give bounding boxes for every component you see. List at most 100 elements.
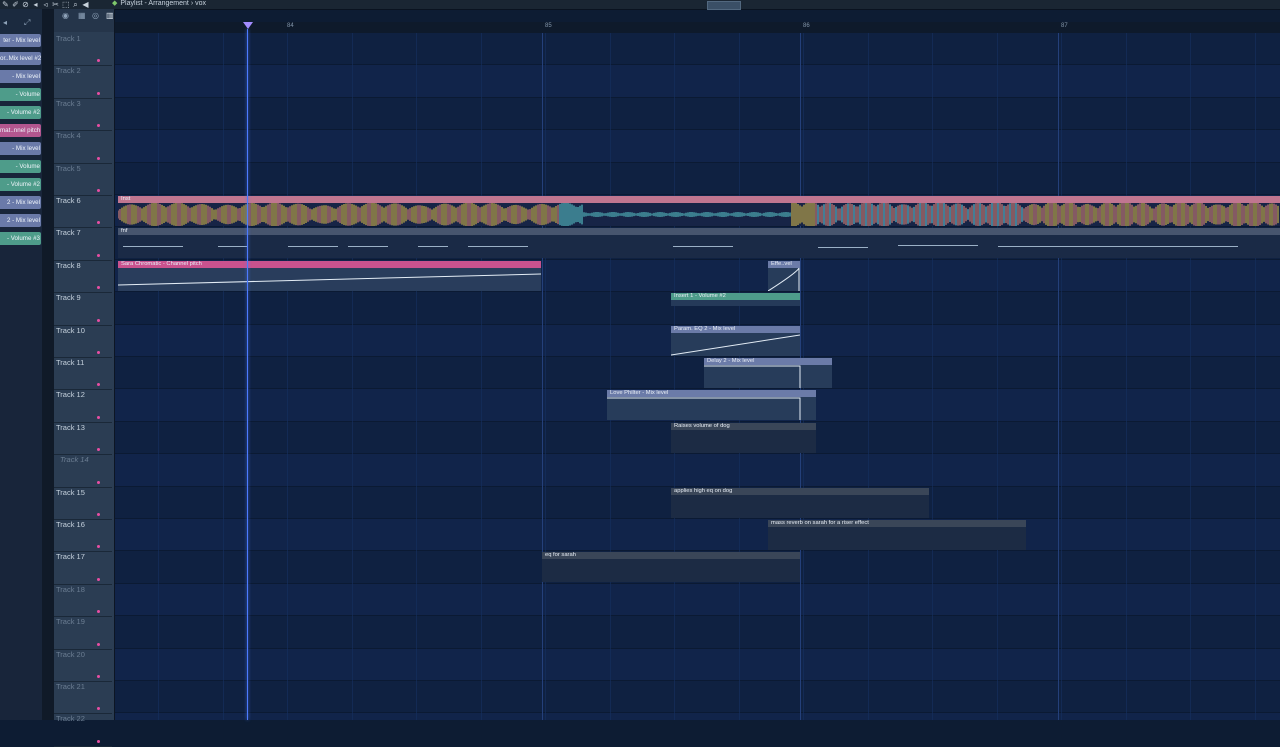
track-mute-led[interactable] [97, 221, 100, 225]
eq-sarah-clip[interactable]: eq for sarah [542, 552, 800, 583]
track-mute-led[interactable] [97, 674, 100, 678]
track-header-16[interactable]: Track 16 [56, 520, 102, 553]
track-header-14[interactable]: Track 14 [56, 455, 102, 488]
track-header-1[interactable]: Track 1 [56, 34, 102, 67]
track-mute-led[interactable] [97, 545, 100, 549]
track-lane[interactable] [115, 163, 1280, 195]
track-lane[interactable] [115, 648, 1280, 681]
love-philter-clip[interactable]: Love Philter - Mix level [607, 390, 816, 421]
raises-volume-clip[interactable]: Raises volume of dog [671, 422, 816, 453]
param-eq2-clip[interactable]: Param. EQ 2 - Mix level [671, 325, 800, 356]
track-header-20[interactable]: Track 20 [56, 650, 102, 683]
track-header-12[interactable]: Track 12 [56, 390, 102, 423]
playlist-lanes[interactable]: Inst fnf Sara Chromatic - Channel pitch Eff… [115, 33, 1280, 720]
track-mute-led[interactable] [97, 512, 100, 516]
inst-clip[interactable]: Inst [118, 196, 1280, 226]
track-header-18[interactable]: Track 18 [56, 585, 102, 618]
track-mute-led[interactable] [97, 286, 100, 290]
track-mute-led[interactable] [97, 415, 100, 419]
track-mute-led[interactable] [97, 707, 100, 711]
track-mute-led[interactable] [97, 91, 100, 95]
playback-tool-icon[interactable]: ◀ [82, 1, 89, 9]
picker-arrow-icon[interactable]: ◂ [3, 18, 7, 27]
track-lane[interactable] [115, 583, 1280, 617]
track-header-4[interactable]: Track 4 [56, 131, 102, 164]
picker-item[interactable]: - Volume [0, 88, 41, 101]
picker-item[interactable]: mat..nnel pitch [0, 124, 41, 137]
track-mute-led[interactable] [97, 124, 100, 128]
track-mute-led[interactable] [97, 448, 100, 452]
track-lane[interactable] [115, 33, 1280, 66]
track-mute-led[interactable] [97, 610, 100, 614]
draw-tool-icon[interactable]: ✎ [2, 1, 9, 9]
track-lane[interactable] [115, 130, 1280, 163]
record-icon[interactable]: ◎ [92, 11, 99, 20]
slip-tool-icon[interactable]: ◃ [42, 1, 49, 9]
track-mute-led[interactable] [97, 59, 100, 63]
paint-tool-icon[interactable]: ✐ [12, 1, 19, 9]
picker-item[interactable]: ter - Mix level [0, 34, 41, 47]
picker-item[interactable]: or..Mix level #2 [0, 52, 41, 65]
overview-scrollbar[interactable] [707, 1, 741, 10]
fnf-clip[interactable]: fnf [118, 228, 1280, 259]
track-mute-led[interactable] [97, 577, 100, 581]
grid-icon[interactable]: ▦ [78, 11, 86, 20]
zoom-tool-icon[interactable]: ⌕ [72, 1, 79, 9]
picker-item[interactable]: - Mix level [0, 70, 41, 83]
track-header-9[interactable]: Track 9 [56, 293, 102, 326]
picker-resize-icon[interactable]: ⤢ [24, 18, 30, 28]
track-header-11[interactable]: Track 11 [56, 358, 102, 391]
track-lane[interactable] [115, 454, 1280, 487]
snap-icon[interactable]: ◉ [62, 11, 69, 20]
track-mute-led[interactable] [97, 383, 100, 387]
slice-tool-icon[interactable]: ✂ [52, 1, 59, 9]
track-header-22[interactable]: Track 22 [56, 714, 102, 747]
track-lane[interactable] [115, 519, 1280, 552]
picker-item[interactable]: - Mix level [0, 142, 41, 155]
track-header-19[interactable]: Track 19 [56, 617, 102, 650]
picker-item[interactable]: 2 - Mix level [0, 196, 41, 209]
track-mute-led[interactable] [97, 156, 100, 160]
track-header-3[interactable]: Track 3 [56, 99, 102, 132]
track-header-15[interactable]: Track 15 [56, 488, 102, 521]
picker-item[interactable]: - Volume #2 [0, 106, 41, 119]
track-header-6[interactable]: Track 6 [56, 196, 102, 229]
delay2-clip[interactable]: Delay 2 - Mix level [704, 358, 832, 388]
track-mute-led[interactable] [97, 739, 100, 743]
track-mute-led[interactable] [97, 188, 100, 192]
track-header-8[interactable]: Track 8 [56, 261, 102, 294]
track-mute-led[interactable] [97, 350, 100, 354]
playhead[interactable] [247, 29, 248, 720]
track-mute-led[interactable] [97, 318, 100, 322]
picker-item[interactable]: - Volume #3 [0, 232, 41, 245]
track-lane[interactable] [115, 357, 1280, 390]
picker-item[interactable]: 2 - Mix level [0, 214, 41, 227]
playhead-marker[interactable] [243, 22, 253, 29]
track-header-2[interactable]: Track 2 [56, 66, 102, 99]
picker-item[interactable]: - Volume #2 [0, 178, 41, 191]
track-lane[interactable] [115, 616, 1280, 649]
menu-icon[interactable]: ▥ [106, 11, 114, 20]
track-mute-led[interactable] [97, 480, 100, 484]
select-tool-icon[interactable]: ⬚ [62, 1, 70, 9]
track-header-7[interactable]: Track 7 [56, 228, 102, 261]
sara-chromatic-clip[interactable]: Sara Chromatic - Channel pitch [118, 260, 541, 291]
delete-tool-icon[interactable]: ⊘ [22, 1, 29, 9]
mute-tool-icon[interactable]: ◂ [32, 1, 39, 9]
track-header-21[interactable]: Track 21 [56, 682, 102, 715]
track-mute-led[interactable] [97, 642, 100, 646]
track-lane[interactable] [115, 681, 1280, 714]
mass-reverb-clip[interactable]: mass reverb on sarah for a riser effect [768, 520, 1026, 550]
high-eq-clip[interactable]: applies high eq on dog [671, 487, 929, 518]
picker-item[interactable]: - Volume [0, 160, 41, 173]
track-lane[interactable] [115, 98, 1280, 131]
effect-clip[interactable]: Effe..vel [768, 260, 800, 291]
track-mute-led[interactable] [97, 253, 100, 257]
track-header-17[interactable]: Track 17 [56, 552, 102, 585]
track-header-13[interactable]: Track 13 [56, 423, 102, 456]
track-header-5[interactable]: Track 5 [56, 164, 102, 197]
track-header-10[interactable]: Track 10 [56, 326, 102, 359]
insert1-volume2-clip[interactable]: Insert 1 - Volume #2 [671, 293, 800, 307]
track-lane[interactable] [115, 713, 1280, 720]
track-lane[interactable] [115, 65, 1280, 98]
